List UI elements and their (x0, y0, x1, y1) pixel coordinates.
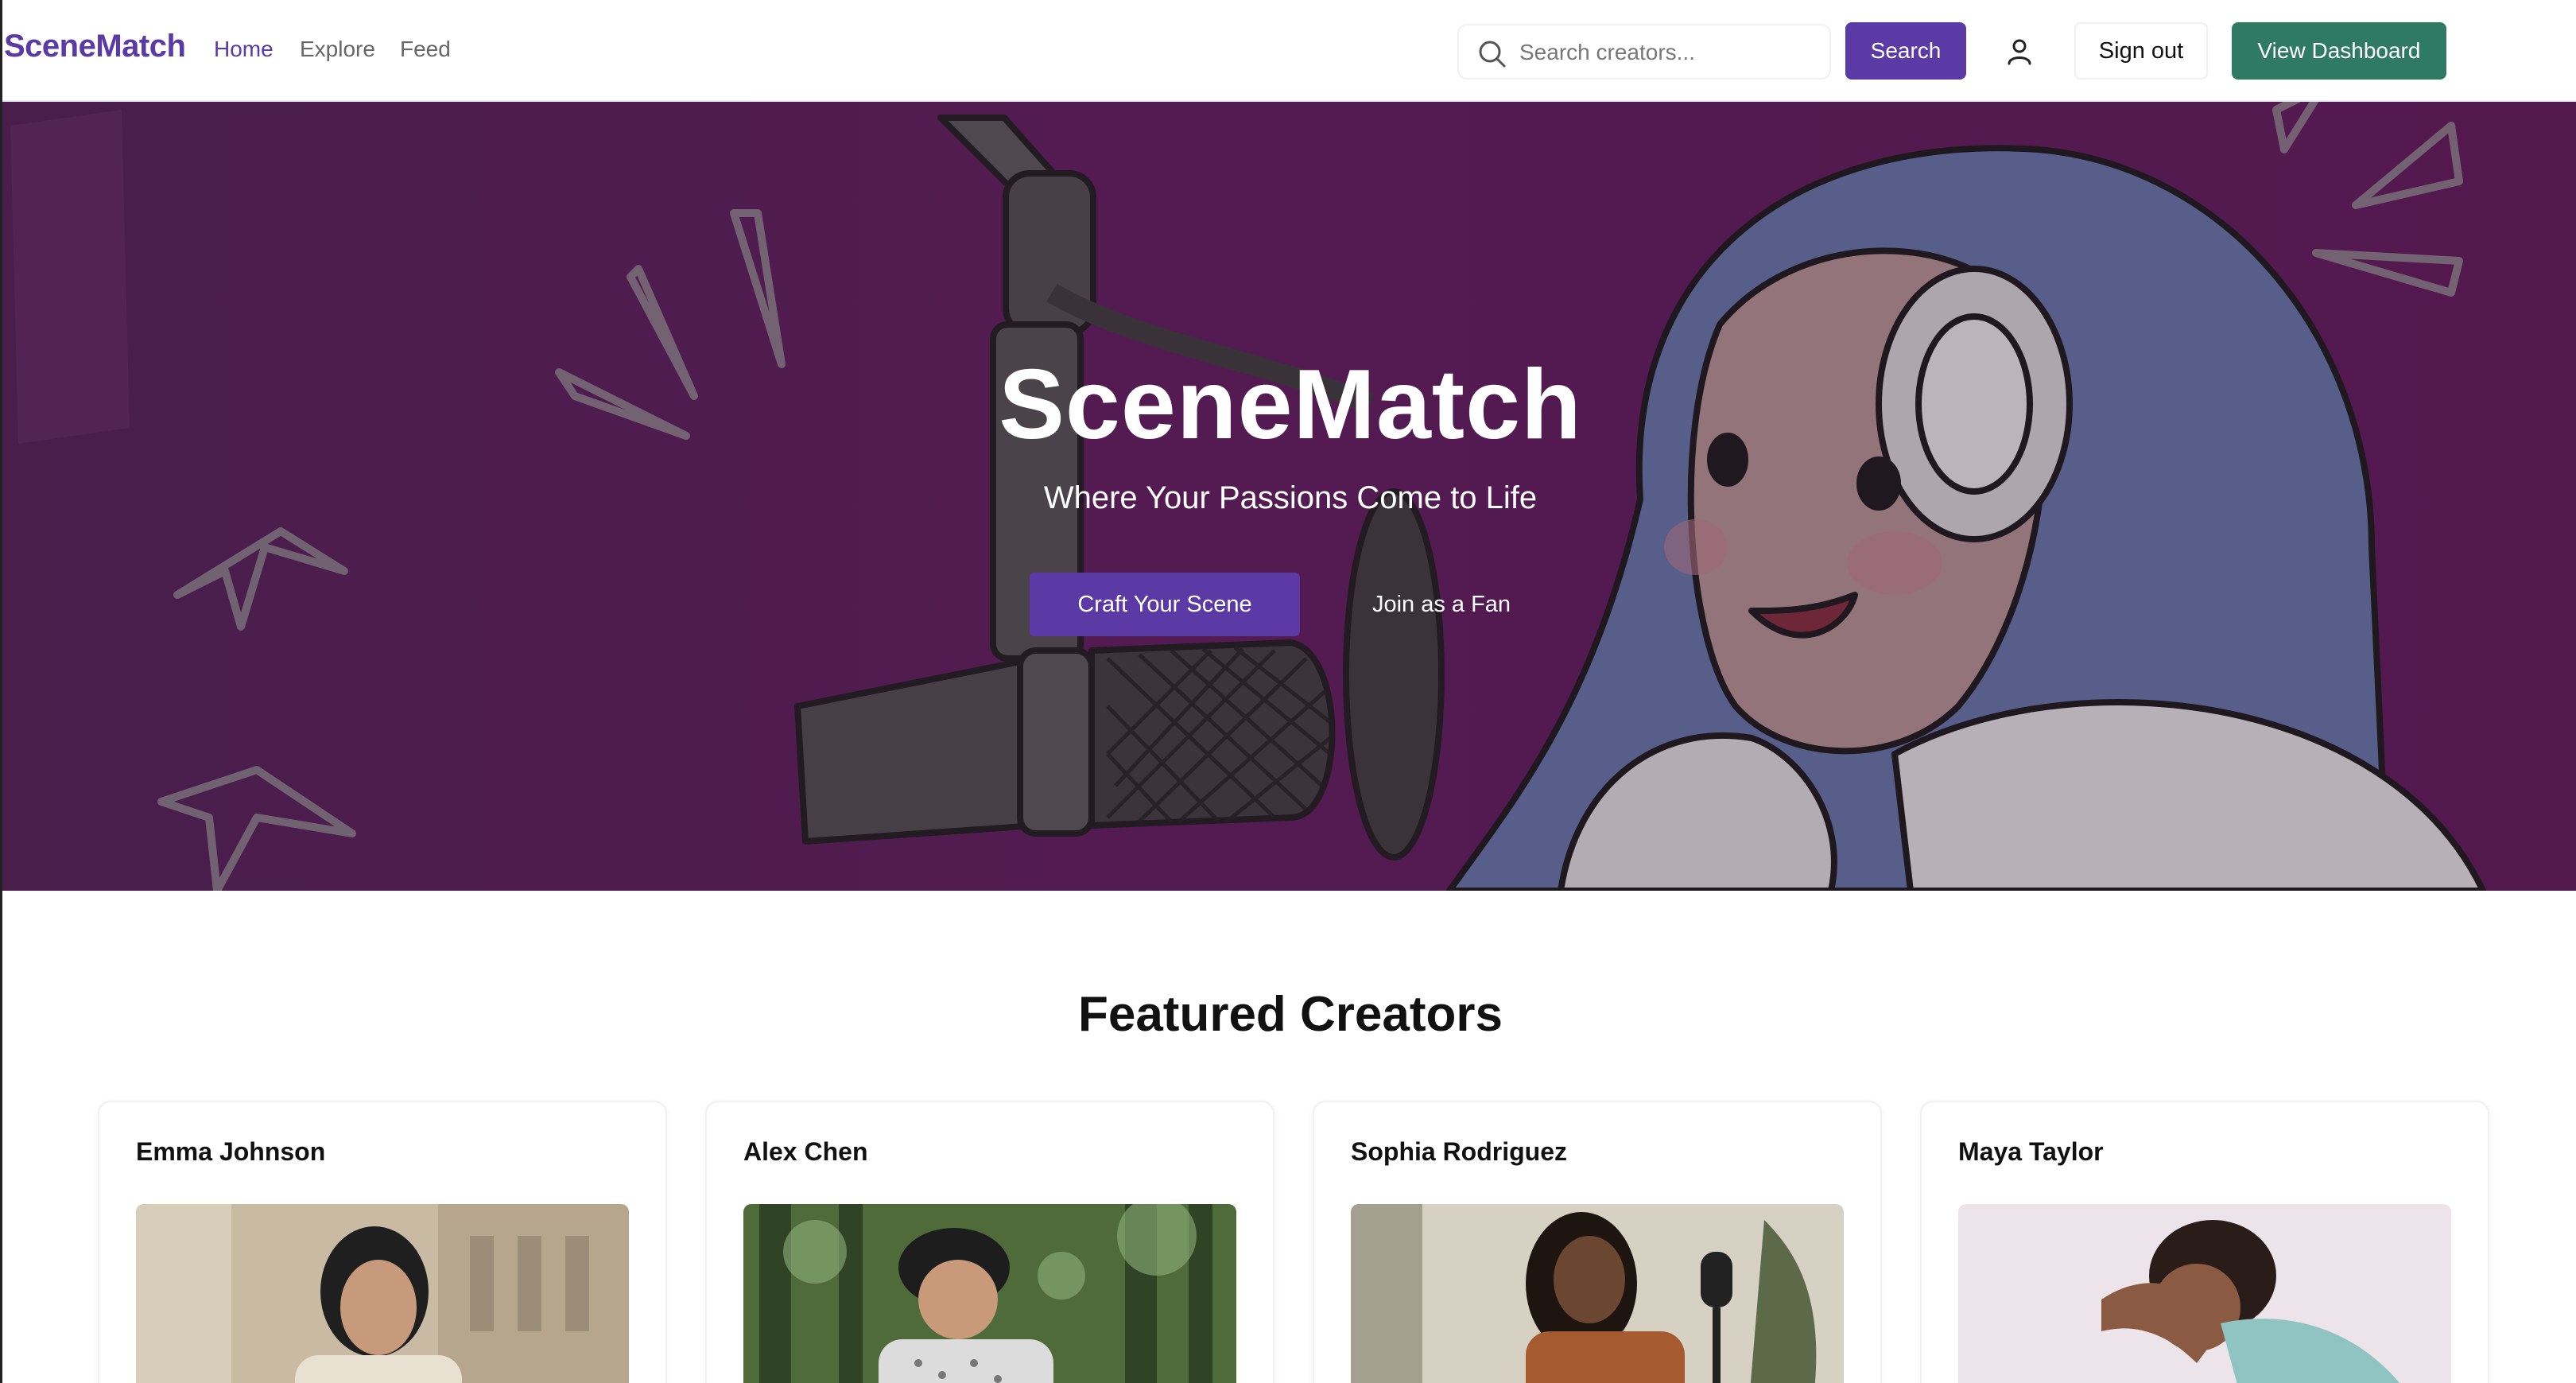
join-as-fan-button[interactable]: Join as a Fan (1346, 573, 1537, 636)
user-icon[interactable] (2004, 37, 2035, 67)
search-button[interactable]: Search (1845, 22, 1966, 80)
craft-your-scene-button[interactable]: Craft Your Scene (1030, 573, 1300, 636)
creator-name: Maya Taylor (1958, 1137, 2104, 1166)
search-icon (1479, 41, 1506, 68)
creator-name: Emma Johnson (136, 1137, 326, 1166)
view-dashboard-button[interactable]: View Dashboard (2232, 22, 2446, 80)
creator-photo (136, 1204, 629, 1383)
creator-name: Alex Chen (743, 1137, 868, 1166)
sign-out-button[interactable]: Sign out (2074, 22, 2208, 80)
creator-name: Sophia Rodriguez (1351, 1137, 1567, 1166)
featured-creators-heading: Featured Creators (1077, 987, 1503, 1042)
brand-logo[interactable]: SceneMatch (4, 29, 186, 64)
creator-card[interactable]: Sophia Rodriguez (1313, 1101, 1882, 1383)
nav-link-home[interactable]: Home (214, 37, 274, 62)
nav-link-feed[interactable]: Feed (400, 37, 451, 62)
hero-title: SceneMatch (999, 350, 1582, 460)
creator-photo (1958, 1204, 2451, 1383)
creator-card[interactable]: Maya Taylor (1920, 1101, 2489, 1383)
page: SceneMatch Home Explore Feed Search Sign… (0, 0, 2576, 1383)
creator-card[interactable]: Alex Chen (705, 1101, 1274, 1383)
hero-subtitle: Where Your Passions Come to Life (1043, 480, 1538, 515)
search-input[interactable] (1519, 33, 1821, 72)
top-navbar: SceneMatch Home Explore Feed Search Sign… (2, 0, 2576, 102)
search-box (1457, 24, 1831, 80)
hero-section: SceneMatch Where Your Passions Come to L… (2, 102, 2576, 891)
nav-link-explore[interactable]: Explore (300, 37, 375, 62)
creator-photo (743, 1204, 1236, 1383)
creator-card[interactable]: Emma Johnson (98, 1101, 667, 1383)
creator-photo (1351, 1204, 1844, 1383)
